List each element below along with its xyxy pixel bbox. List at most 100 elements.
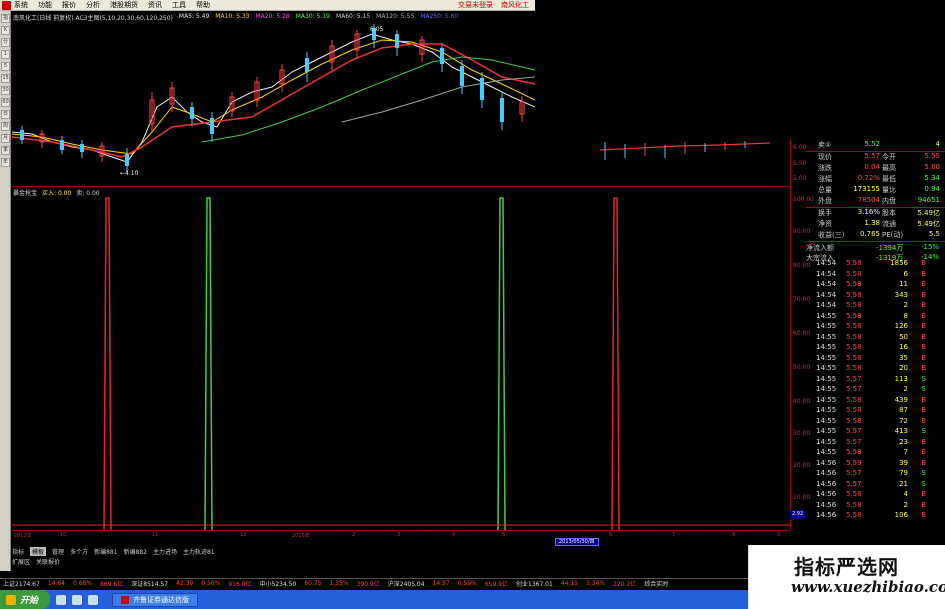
tick-direction: B [921,311,926,320]
tick-direction: S [921,469,926,477]
tick-row: 14:54 5.58 11 B [816,280,944,291]
toolbar-button[interactable]: 月 [1,134,10,143]
quote-value: 0.04 [864,163,880,171]
index-status-item: 3.34% [586,580,606,587]
tick-time: 14:54 [816,259,837,267]
menu-function[interactable]: 功能 [38,0,52,10]
tab-related-quote[interactable]: 关联报价 [36,557,60,566]
trade-login-link[interactable]: 交易未登录 [458,0,493,10]
flow-amount: -1394万 [876,244,904,252]
tick-volume: 87 [899,406,908,414]
quote-row: 换手 3.16% 股本 5.49亿 [790,208,945,218]
quote-value: 5.49亿 [917,209,940,217]
tick-volume: 2 [903,385,908,393]
menu-hk-futures[interactable]: 港股期货 [110,0,138,10]
toolbar-button[interactable]: 指 [1,14,10,23]
toolbar-button[interactable]: 季 [1,146,10,155]
tick-direction: B [921,500,926,509]
index-status-item: 659.9亿 [484,581,508,588]
tick-direction: B [921,448,926,456]
toolbar-button[interactable]: 周 [1,122,10,131]
taskbar-app-item[interactable]: 齐鲁证券通达信版 [112,592,199,607]
tick-price: 5.57 [846,479,862,488]
watermark-url: www.xuezhibiao.com [791,578,945,596]
status-right-label: 综合实时 [644,581,669,588]
tick-volume: 20 [899,364,908,372]
toolbar-button[interactable]: 年 [1,158,10,167]
quote-row: 总量 173155 量比 0.94 [790,185,945,195]
tick-time: 14:54 [816,290,837,299]
tick-price: 5.58 [846,332,862,341]
quote-label: 流通 [882,220,896,228]
tick-volume: 35 [899,353,908,362]
stock-name-link[interactable]: 南风化工 [501,0,529,10]
tick-volume: 23 [899,437,908,446]
tick-time: 14:55 [816,353,837,362]
quote-value: 5.60 [924,163,940,171]
candlestick-chart[interactable] [11,22,536,182]
toolbar-button[interactable]: 分 [1,38,10,47]
toolbar-button[interactable]: 1 [1,50,10,59]
toolbar-button[interactable]: K [1,26,10,35]
ie-icon[interactable] [56,594,67,605]
tick-time: 14:55 [816,374,837,383]
signal-chart[interactable] [12,195,790,531]
desktop-icon[interactable] [72,594,83,605]
menu-help[interactable]: 帮助 [196,0,210,10]
tick-direction: B [921,353,926,362]
toolbar-button[interactable]: 60 [1,98,10,107]
tick-price: 5.58 [846,269,862,278]
explorer-icon[interactable] [88,594,99,605]
tab-indicator[interactable]: 指标 [12,547,24,556]
tab-new881[interactable]: 新编881 [94,547,117,556]
toolbar-button[interactable]: 30 [1,86,10,95]
tick-direction: S [921,479,926,488]
start-button[interactable]: 开始 [0,590,51,609]
tick-direction: S [921,385,926,393]
tick-row: 14:55 5.58 439 B [816,396,944,407]
toolbar-button[interactable]: 5 [1,62,10,71]
tick-volume: 1856 [890,259,908,267]
app-icon [121,595,130,604]
ma-olive-line [341,76,536,123]
low-price-label: ←4.10 [120,170,139,177]
quote-row: 收益(三) 0.765 PE(动) 5.5 [790,230,945,240]
menu-system[interactable]: 系统 [14,0,28,10]
tab-new882[interactable]: 新编882 [124,547,147,556]
time-label: 6 [609,532,613,538]
toolbar-button[interactable]: 15 [1,74,10,83]
indicator-tabs: 指标 模板 管理 多个方 新编881 新编882 主力进场 主力轨迹81 [12,547,215,556]
menu-tools[interactable]: 工具 [172,0,186,10]
quote-label: 最低 [882,175,896,183]
tab-manage[interactable]: 管理 [52,547,64,556]
tick-time: 14:55 [816,427,837,435]
ma-white-line [11,33,536,163]
time-label: 4 [452,532,456,538]
tick-time: 14:55 [816,448,837,456]
tick-row: 14:56 5.57 21 S [816,480,944,491]
tick-time: 14:56 [816,490,837,498]
tick-price: 5.58 [846,280,862,288]
menu-analysis[interactable]: 分析 [86,0,100,10]
tick-price: 5.58 [846,490,862,498]
tick-time: 14:56 [816,458,837,467]
quote-label: 总量 [818,186,832,194]
toolbar-button[interactable]: 日 [1,110,10,119]
index-status-item: 沪深2405.04 [387,581,425,588]
ma-yellow-line [11,39,536,155]
tick-volume: 16 [899,343,908,351]
tick-row: 14:54 5.58 343 B [816,291,944,302]
tab-main-entry[interactable]: 主力进场 [153,547,177,556]
tab-template[interactable]: 模板 [30,547,47,556]
menu-news[interactable]: 资讯 [148,0,162,10]
tick-volume: 106 [894,511,908,519]
tick-volume: 2 [903,500,908,509]
menu-quote[interactable]: 报价 [62,0,76,10]
tab-extension[interactable]: 扩展区 [12,557,30,566]
tab-main-track[interactable]: 主力轨迹81 [183,547,215,556]
tab-multi[interactable]: 多个方 [70,547,88,556]
tick-row: 14:55 5.58 7 B [816,448,944,459]
tick-list[interactable]: 14:54 5.58 1856 B 14:54 5.58 6 B 14:54 5.58 11 B 14:… [816,259,944,522]
time-label: 5 [502,532,506,538]
mini-candle-strip [600,141,771,160]
